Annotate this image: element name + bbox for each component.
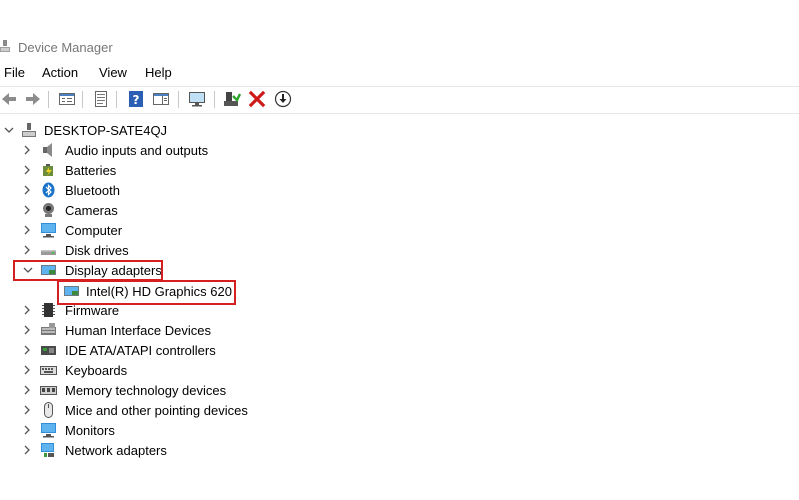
chevron-right-icon[interactable]	[21, 443, 33, 457]
tree-item-label: Mice and other pointing devices	[65, 403, 248, 418]
update-list-icon[interactable]	[92, 90, 110, 108]
tree-item-label: Firmware	[65, 303, 120, 318]
chevron-right-icon[interactable]	[21, 363, 33, 377]
tree-item-monitors[interactable]: Monitors	[0, 420, 600, 440]
highlight-box-display-adapters	[13, 260, 163, 281]
tree-item-memory-devices[interactable]: Memory technology devices	[0, 380, 600, 400]
bluetooth-icon	[40, 182, 57, 198]
toolbar-separator	[116, 91, 117, 108]
chevron-right-icon[interactable]	[21, 423, 33, 437]
tree-item-label: Memory technology devices	[65, 383, 227, 398]
network-adapter-icon	[40, 442, 57, 458]
chevron-right-icon[interactable]	[21, 203, 33, 217]
tree-root[interactable]: DESKTOP-SATE4QJ	[0, 120, 600, 140]
battery-icon	[40, 162, 57, 178]
uninstall-x-icon[interactable]	[248, 90, 266, 108]
computer-icon	[40, 222, 57, 238]
tree-item-label: Monitors	[65, 423, 115, 438]
add-driver-icon[interactable]	[223, 90, 241, 108]
tree-item-label: IDE ATA/ATAPI controllers	[65, 343, 216, 358]
tree-item-label: Batteries	[65, 163, 117, 178]
tree-item-bluetooth[interactable]: Bluetooth	[0, 180, 600, 200]
chevron-right-icon[interactable]	[21, 383, 33, 397]
toolbar-separator	[178, 91, 179, 108]
computer-tower-icon	[21, 122, 38, 138]
back-arrow-icon[interactable]	[0, 90, 18, 108]
menu-view[interactable]: View	[99, 65, 127, 80]
monitor-icon	[40, 422, 57, 438]
title-bar: Device Manager	[0, 36, 799, 58]
tree-item-mice[interactable]: Mice and other pointing devices	[0, 400, 600, 420]
tree-item-network-adapters[interactable]: Network adapters	[0, 440, 600, 460]
chevron-right-icon[interactable]	[21, 183, 33, 197]
menu-help[interactable]: Help	[145, 65, 172, 80]
tree-item-label: Cameras	[65, 203, 118, 218]
mouse-icon	[40, 402, 57, 418]
hid-icon	[40, 322, 57, 338]
tree-item-label: Audio inputs and outputs	[65, 143, 209, 158]
help-icon[interactable]: ?	[127, 90, 145, 108]
svg-text:?: ?	[133, 93, 140, 107]
toolbar-separator	[214, 91, 215, 108]
disk-drive-icon	[40, 242, 57, 258]
tree-item-hid[interactable]: Human Interface Devices	[0, 320, 600, 340]
keyboard-icon	[40, 362, 57, 378]
tree-item-label: Keyboards	[65, 363, 128, 378]
tree-item-batteries[interactable]: Batteries	[0, 160, 600, 180]
speaker-icon	[40, 142, 57, 158]
chevron-right-icon[interactable]	[21, 163, 33, 177]
tree-item-label: Bluetooth	[65, 183, 120, 198]
toolbar: ?	[0, 86, 799, 114]
tree-item-label: Disk drives	[65, 243, 129, 258]
firmware-icon	[40, 302, 57, 318]
properties-icon[interactable]	[58, 90, 76, 108]
forward-arrow-icon[interactable]	[24, 90, 42, 108]
tree-item-firmware[interactable]: Firmware	[0, 300, 600, 320]
window-title: Device Manager	[18, 40, 113, 55]
device-manager-icon	[0, 39, 10, 53]
chevron-right-icon[interactable]	[21, 143, 33, 157]
computer-name: DESKTOP-SATE4QJ	[44, 123, 168, 138]
tree-item-label: Network adapters	[65, 443, 167, 458]
tree-item-label: Human Interface Devices	[65, 323, 211, 338]
chevron-right-icon[interactable]	[21, 343, 33, 357]
chevron-right-icon[interactable]	[21, 243, 33, 257]
tree-item-ide-controllers[interactable]: IDE ATA/ATAPI controllers	[0, 340, 600, 360]
chevron-right-icon[interactable]	[21, 223, 33, 237]
action-pane-icon[interactable]	[152, 90, 170, 108]
menu-bar: File Action View Help	[0, 62, 799, 82]
tree-item-audio[interactable]: Audio inputs and outputs	[0, 140, 600, 160]
chevron-down-icon[interactable]	[3, 123, 15, 137]
menu-action[interactable]: Action	[42, 65, 78, 80]
toolbar-separator	[82, 91, 83, 108]
tree-item-keyboards[interactable]: Keyboards	[0, 360, 600, 380]
tree-item-disk-drives[interactable]: Disk drives	[0, 240, 600, 260]
tree-item-computer[interactable]: Computer	[0, 220, 600, 240]
tree-item-cameras[interactable]: Cameras	[0, 200, 600, 220]
chevron-right-icon[interactable]	[21, 323, 33, 337]
camera-icon	[40, 202, 57, 218]
menu-file[interactable]: File	[4, 65, 25, 80]
download-icon[interactable]	[274, 90, 292, 108]
memory-icon	[40, 382, 57, 398]
ide-controller-icon	[40, 342, 57, 358]
monitor-icon[interactable]	[188, 90, 206, 108]
chevron-right-icon[interactable]	[21, 303, 33, 317]
tree-item-label: Computer	[65, 223, 123, 238]
chevron-right-icon[interactable]	[21, 403, 33, 417]
toolbar-separator	[48, 91, 49, 108]
